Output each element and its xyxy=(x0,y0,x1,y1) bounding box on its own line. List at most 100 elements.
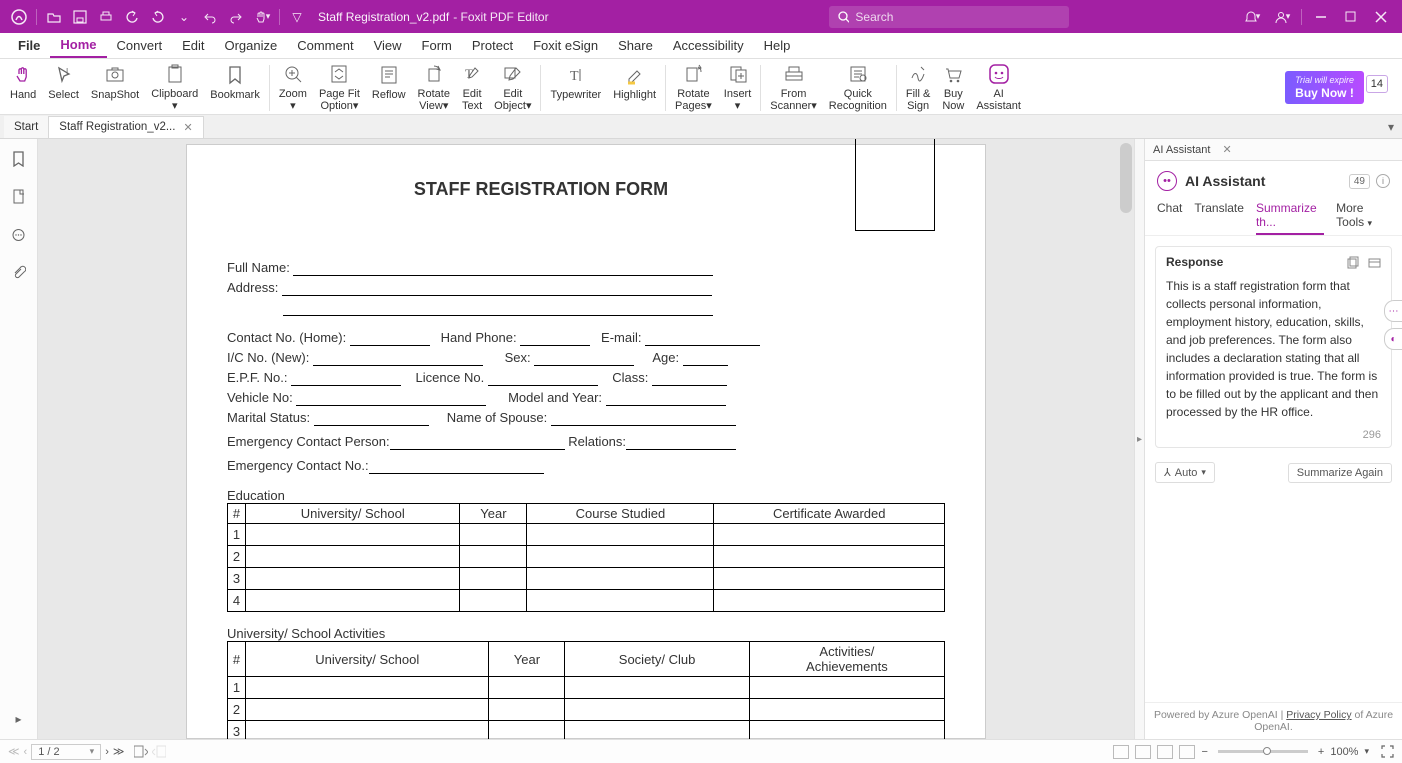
zoom-value[interactable]: 100% xyxy=(1330,746,1358,758)
ribbon-zoom-button[interactable]: Zoom ▾ xyxy=(273,61,313,113)
buy-now-badge[interactable]: Trial will expire Buy Now ! xyxy=(1285,71,1364,104)
side-chat-icon[interactable]: ⋯ xyxy=(1384,300,1402,322)
ribbon-aiassist-button[interactable]: AI Assistant xyxy=(970,61,1027,113)
ai-tab-translate[interactable]: Translate xyxy=(1194,197,1244,235)
save-icon[interactable] xyxy=(69,6,91,28)
panel-collapse-handle[interactable]: ▸ xyxy=(1134,139,1144,739)
document-viewport[interactable]: STAFF REGISTRATION FORM Full Name: Addre… xyxy=(38,139,1134,739)
undo2-icon[interactable] xyxy=(199,6,221,28)
hand-qat-icon[interactable]: ▾ xyxy=(251,6,273,28)
account-icon[interactable]: ▾ xyxy=(1267,3,1297,31)
menu-view[interactable]: View xyxy=(364,34,412,57)
document-tab[interactable]: Staff Registration_v2...✕ xyxy=(49,116,203,138)
print-icon[interactable] xyxy=(95,6,117,28)
ai-panel-tab-label[interactable]: AI Assistant xyxy=(1153,144,1210,156)
zoom-slider[interactable] xyxy=(1218,750,1308,753)
more-qat-icon[interactable]: ⌄ xyxy=(173,6,195,28)
first-page-button[interactable]: ≪ xyxy=(8,745,20,758)
view-single-icon[interactable] xyxy=(1113,745,1129,759)
redo2-icon[interactable] xyxy=(225,6,247,28)
view-facing-icon[interactable] xyxy=(1157,745,1173,759)
attachments-panel-icon[interactable] xyxy=(9,263,29,283)
document-tab[interactable]: Start xyxy=(4,116,49,138)
menu-form[interactable]: Form xyxy=(412,34,462,57)
ribbon-typewriter-button[interactable]: TTypewriter xyxy=(544,61,607,113)
menu-convert[interactable]: Convert xyxy=(107,34,173,57)
ribbon-edittext-button[interactable]: TEdit Text xyxy=(456,61,488,113)
next-page-button[interactable]: › xyxy=(105,746,109,758)
menu-help[interactable]: Help xyxy=(754,34,801,57)
close-tab-icon[interactable]: ✕ xyxy=(183,121,192,134)
ribbon-quickrec-button[interactable]: Quick Recognition xyxy=(823,61,893,113)
menu-home[interactable]: Home xyxy=(50,33,106,58)
search-box[interactable] xyxy=(829,6,1069,28)
ai-tab-chat[interactable]: Chat xyxy=(1157,197,1182,235)
menu-organize[interactable]: Organize xyxy=(214,34,287,57)
table-header: Year xyxy=(460,504,527,524)
app-logo-icon[interactable] xyxy=(8,6,30,28)
menu-accessibility[interactable]: Accessibility xyxy=(663,34,754,57)
ribbon-rotatepages-button[interactable]: Rotate Pages▾ xyxy=(669,61,718,113)
view-continuous-icon[interactable] xyxy=(1135,745,1151,759)
ribbon-highlight-button[interactable]: Highlight xyxy=(607,61,662,113)
ribbon-clipboard-button[interactable]: Clipboard ▾ xyxy=(145,61,204,113)
redo-icon[interactable] xyxy=(147,6,169,28)
ribbon-buynow-button[interactable]: Buy Now xyxy=(936,61,970,113)
menu-foxit-esign[interactable]: Foxit eSign xyxy=(523,34,608,57)
pages-panel-icon[interactable] xyxy=(9,187,29,207)
ribbon-hand-button[interactable]: Hand xyxy=(4,61,42,113)
ai-tab-summarize[interactable]: Summarize th... xyxy=(1256,197,1324,235)
menu-comment[interactable]: Comment xyxy=(287,34,363,57)
ribbon-rotateview-button[interactable]: Rotate View▾ xyxy=(412,61,456,113)
menu-share[interactable]: Share xyxy=(608,34,663,57)
ribbon-fromscanner-button[interactable]: From Scanner▾ xyxy=(764,61,823,113)
open-icon[interactable] xyxy=(43,6,65,28)
page-number-input[interactable]: 1 / 2▾ xyxy=(31,744,101,760)
menu-protect[interactable]: Protect xyxy=(462,34,523,57)
expand-nav-icon[interactable]: ▸ xyxy=(9,709,29,729)
minimize-button[interactable] xyxy=(1306,3,1336,31)
fullscreen-icon[interactable] xyxy=(1381,745,1394,758)
export-response-icon[interactable] xyxy=(1368,256,1381,269)
info-icon[interactable]: i xyxy=(1376,174,1390,188)
ai-panel-close-icon[interactable]: ✕ xyxy=(1222,143,1231,156)
view-continuous-facing-icon[interactable] xyxy=(1179,745,1195,759)
close-button[interactable] xyxy=(1366,3,1396,31)
summarize-again-button[interactable]: Summarize Again xyxy=(1288,463,1392,483)
pdf-page: STAFF REGISTRATION FORM Full Name: Addre… xyxy=(186,144,986,739)
ribbon-fillsign-button[interactable]: Fill & Sign xyxy=(900,61,936,113)
ribbon-bookmark-button[interactable]: Bookmark xyxy=(204,61,266,113)
zoom-in-button[interactable]: + xyxy=(1318,746,1324,758)
prev-page-button[interactable]: ‹ xyxy=(24,746,28,758)
editobject-icon xyxy=(503,63,523,86)
ribbon-reflow-button[interactable]: Reflow xyxy=(366,61,412,113)
notification-icon[interactable]: ▾ xyxy=(1237,3,1267,31)
copy-response-icon[interactable] xyxy=(1347,256,1360,269)
ribbon-snapshot-button[interactable]: SnapShot xyxy=(85,61,145,113)
ribbon-editobject-button[interactable]: Edit Object▾ xyxy=(488,61,537,113)
page-back-icon[interactable] xyxy=(134,745,148,758)
vertical-scrollbar[interactable] xyxy=(1120,143,1132,213)
last-page-button[interactable]: ≫ xyxy=(113,745,125,758)
ai-tab-more[interactable]: More Tools ▾ xyxy=(1336,197,1390,235)
menubar: File HomeConvertEditOrganizeCommentViewF… xyxy=(0,33,1402,59)
auto-language-button[interactable]: ⅄Auto▾ xyxy=(1155,462,1215,483)
ribbon-select-button[interactable]: ISelect xyxy=(42,61,85,113)
menu-edit[interactable]: Edit xyxy=(172,34,214,57)
comments-panel-icon[interactable] xyxy=(9,225,29,245)
ribbon-pagefit-button[interactable]: Page Fit Option▾ xyxy=(313,61,366,113)
search-input[interactable] xyxy=(855,10,1060,24)
customize-qat-icon[interactable]: ▽ xyxy=(286,6,308,28)
rotateview-icon xyxy=(424,63,444,86)
bookmark-panel-icon[interactable] xyxy=(9,149,29,169)
side-ai-icon[interactable]: ◐ xyxy=(1384,328,1402,350)
zoom-out-button[interactable]: − xyxy=(1201,746,1207,758)
menu-file[interactable]: File xyxy=(8,34,50,57)
undo-icon[interactable] xyxy=(121,6,143,28)
privacy-policy-link[interactable]: Privacy Policy xyxy=(1286,709,1351,721)
maximize-button[interactable] xyxy=(1336,3,1366,31)
tab-list-dropdown[interactable]: ▾ xyxy=(1380,120,1402,134)
ribbon-insert-button[interactable]: Insert ▾ xyxy=(718,61,758,113)
page-forward-icon[interactable] xyxy=(152,745,166,758)
table-row: 3 xyxy=(228,721,945,740)
